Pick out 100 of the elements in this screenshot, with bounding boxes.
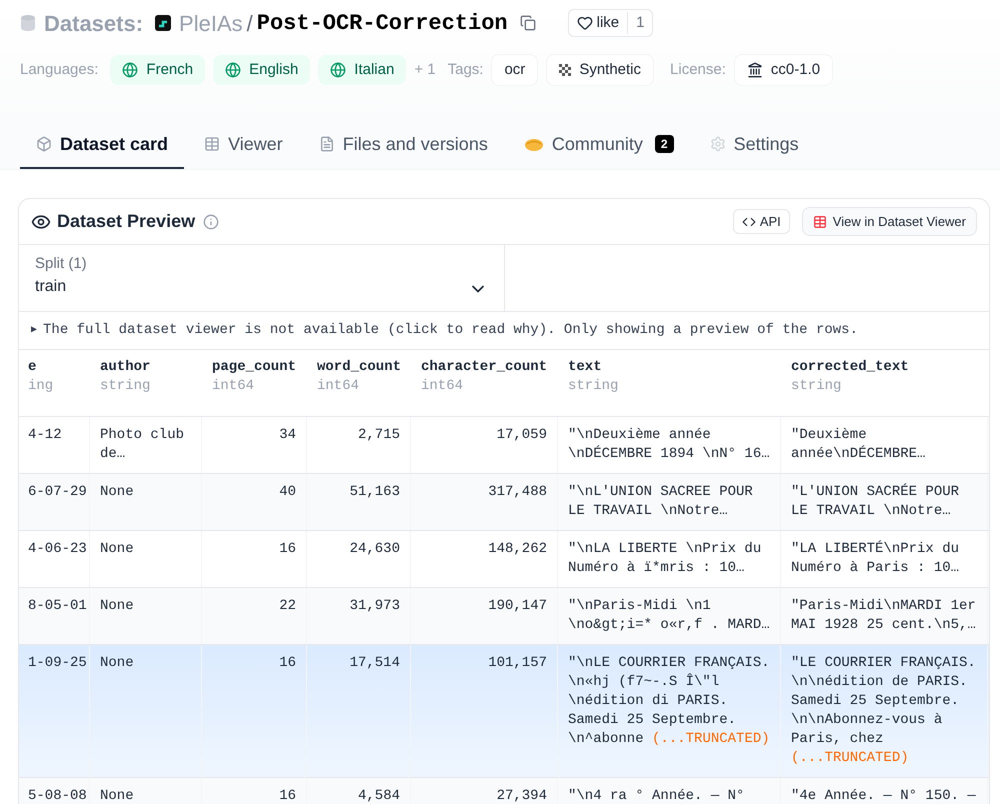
heart-icon (576, 15, 593, 31)
count-badge: 2 (654, 135, 674, 153)
api-button[interactable]: API (732, 208, 790, 234)
language-tag[interactable]: French (110, 54, 206, 86)
preview-title: Dataset Preview (57, 210, 196, 233)
column-name[interactable]: character_count (421, 358, 548, 377)
tab[interactable]: Dataset card (20, 121, 184, 169)
viewer-notice[interactable]: The full dataset viewer is not available (click to read why). Only showing a preview of the rows. (43, 320, 858, 341)
bank-icon (746, 62, 763, 78)
split-value: train (35, 277, 68, 297)
table-cell: 1-09-25 (28, 655, 87, 671)
split-label: Split (1) (35, 254, 87, 274)
table-cell: 5-08-08 (28, 788, 87, 804)
table-cell: None (100, 655, 134, 671)
table-cell: 4-12 (28, 427, 62, 443)
table-row[interactable]: 8-05-01 None 22 31,973 190,147 "\nParis-Midi \n1 \no&gt;i=* o«r,f . MARD… "Paris-Midi\nMARDI 1er MAI 1928 25 cent.\n5,… (19, 588, 989, 645)
table-cell: 24,630 (350, 541, 400, 557)
table-cell: 16 (279, 541, 296, 557)
settings-icon (710, 136, 726, 152)
table-cell: "\nLE COURRIER FRANÇAIS. \n«hj (f7~-.S Î\"l \nédition di PARIS. Samedi 25 Septembre. \n^abonne (...TRUNCATED) (568, 655, 770, 747)
table-cell: 40 (279, 484, 296, 500)
table-cell: 4,584 (358, 788, 400, 804)
info-icon[interactable] (203, 214, 220, 230)
table-cell: None (100, 484, 134, 500)
breadcrumb-separator: / (246, 10, 253, 38)
table-row[interactable]: 4-12 Photo club de… 34 2,715 17,059 "\nDeuxième année \nDÉCEMBRE 1894 \nN° 16… "Deuxième année\nDÉCEMBRE… (19, 417, 989, 474)
globe-icon (330, 62, 346, 78)
table-cell: 16 (279, 788, 296, 804)
like-label: like (596, 12, 620, 33)
table-cell: "\nParis-Midi \n1 \no&gt;i=* o«r,f . MARD… (568, 598, 770, 633)
globe-icon (225, 62, 242, 78)
cube-icon (36, 136, 52, 152)
table-cell: 190,147 (488, 598, 547, 614)
column-name[interactable]: word_count (317, 358, 401, 377)
copy-icon[interactable] (520, 15, 536, 31)
like-count: 1 (627, 12, 652, 34)
table-cell: 8-05-01 (28, 598, 87, 614)
table-row[interactable]: 6-07-29 None 40 51,163 317,488 "\nL'UNION SACREE POUR LE TRAVAIL \nNotre… "L'UNION SACRÉE POUR LE TRAVAIL \nNotre… (19, 474, 989, 531)
table-cell: "Deuxième année\nDÉCEMBRE… (791, 427, 926, 462)
tab[interactable]: Files and versions (302, 121, 504, 169)
tab[interactable]: Viewer (188, 121, 299, 169)
table-cell: "Paris-Midi\nMARDI 1er MAI 1928 25 cent.\n5,… (791, 598, 976, 633)
table-cell: 51,163 (350, 484, 400, 500)
split-select[interactable]: Split (1) train (19, 245, 505, 311)
table-cell: 17,059 (496, 427, 547, 443)
language-tag[interactable]: English (213, 54, 310, 86)
tab[interactable]: Community 2 (508, 121, 690, 169)
checkered-icon (559, 64, 572, 76)
table-cell: 6-07-29 (28, 484, 87, 500)
table-icon (204, 136, 220, 152)
column-type: int64 (421, 377, 464, 396)
column-name[interactable]: author (100, 358, 192, 377)
table-cell: Photo club de… (100, 427, 184, 462)
expand-marker[interactable]: ▶ (31, 323, 38, 338)
table-cell: None (100, 788, 134, 804)
column-type: int64 (317, 377, 360, 396)
column-name[interactable]: text (568, 358, 771, 377)
table-cell: 317,488 (488, 484, 547, 500)
dataset-name[interactable]: Post-OCR-Correction (256, 6, 508, 40)
tag[interactable]: Synthetic (546, 54, 654, 86)
tag[interactable]: ocr (491, 54, 538, 86)
column-type: string (791, 377, 842, 396)
table-cell: "4e Année. — N° 150. — (791, 788, 976, 804)
tags-label: Tags: (448, 60, 484, 80)
file-list-icon (318, 136, 335, 152)
table-cell: "\n4 ra ° Année. — N° (568, 788, 744, 804)
table-cell: "L'UNION SACRÉE POUR LE TRAVAIL \nNotre… (791, 484, 960, 519)
column-type: string (100, 377, 152, 396)
table-row[interactable] (19, 645, 989, 778)
table-cell: "\nL'UNION SACREE POUR LE TRAVAIL \nNotre… (568, 484, 753, 519)
like-button[interactable]: like 1 (568, 8, 654, 38)
column-type: string (568, 377, 620, 396)
table-cell: 27,394 (496, 788, 547, 804)
license-tag[interactable]: cc0-1.0 (734, 54, 834, 86)
table-cell: 2,715 (358, 427, 400, 443)
table-row[interactable]: 5-08-08 None 16 4,584 27,394 "\n4 ra ° Année. — N° "4e Année. — N° 150. — (19, 778, 989, 804)
table-cell: "\nLA LIBERTE \nPrix du Numéro à ï*mris : 10… (568, 541, 762, 576)
table-icon (812, 214, 827, 228)
table-row[interactable]: 4-06-23 None 16 24,630 148,262 "\nLA LIBERTE \nPrix du Numéro à ï*mris : 10… "LA LIBERTÉ\nPrix du Numéro à Paris : 10… (19, 531, 989, 588)
table-cell: None (100, 598, 134, 614)
table-cell: "LE COURRIER FRANÇAIS. \n\nédition de PARIS. Samedi 25 Septembre. \n\nAbonnez-vous à Paris, chez (...TRUNCATED) (791, 655, 976, 766)
table-cell: "LA LIBERTÉ\nPrix du Numéro à Paris : 10… (791, 541, 960, 576)
table-cell: 16 (279, 655, 296, 671)
table-cell: 17,514 (350, 655, 400, 671)
view-in-viewer-button[interactable]: View in Dataset Viewer (802, 206, 977, 236)
table-cell: "\nDeuxième année \nDÉCEMBRE 1894 \nN° 16… (568, 427, 770, 462)
table-cell: 22 (279, 598, 296, 614)
tab[interactable]: Settings (694, 121, 815, 169)
column-name[interactable]: corrected_text (791, 358, 978, 377)
table-cell: None (100, 541, 134, 557)
table-cell: 4-06-23 (28, 541, 87, 557)
table-cell: 31,973 (350, 598, 400, 614)
table-cell: 101,157 (488, 655, 547, 671)
language-tag[interactable]: Italian (318, 54, 406, 86)
column-name[interactable]: e (28, 358, 36, 377)
column-name[interactable]: page_count (212, 358, 297, 377)
globe-icon (122, 62, 138, 78)
org-logo-icon (155, 15, 172, 31)
breadcrumb-section: Datasets: (44, 6, 144, 40)
languages-label: Languages: (20, 60, 98, 80)
